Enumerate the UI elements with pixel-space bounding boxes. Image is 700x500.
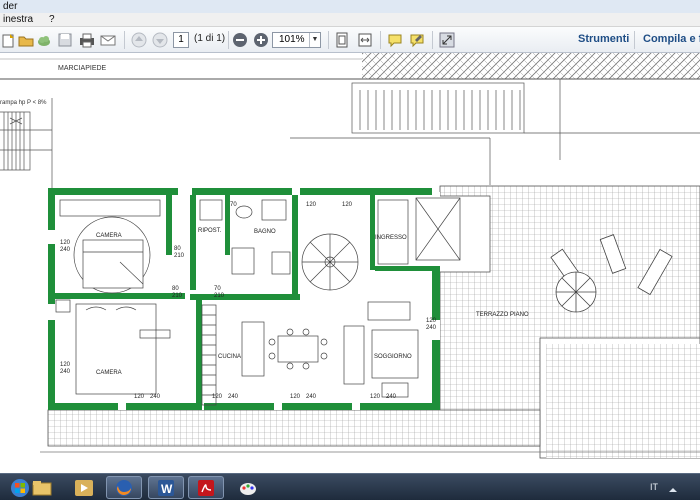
dimension-label: 120 (212, 394, 223, 400)
fit-width-icon[interactable] (356, 31, 374, 48)
room-label-cucina: CUCINA (218, 354, 241, 360)
toolbar-separator (432, 31, 433, 49)
room-label-bagno: BAGNO (254, 229, 276, 235)
dimension-label: 240 (426, 325, 437, 331)
comment-icon[interactable] (386, 31, 404, 48)
cloud-upload-icon[interactable] (35, 31, 53, 48)
acrobat-reader-window: der inestra ? 1 (1 di 1) 101% ▼ Strument… (0, 0, 700, 500)
folder-icon (32, 480, 52, 495)
toolbar-separator (380, 31, 381, 49)
room-label-terrazzo: TERRAZZO PIANO (476, 312, 529, 318)
svg-text:W: W (161, 482, 173, 496)
room-label-soggiorno: SOGGIORNO (374, 354, 412, 360)
dimension-label: 70 (214, 286, 221, 292)
dimension-label: 80 (172, 286, 179, 292)
open-file-icon[interactable] (17, 31, 35, 48)
acrobat-taskbar-button[interactable] (188, 476, 224, 499)
highlight-icon[interactable] (408, 31, 426, 48)
page-number-input[interactable]: 1 (173, 32, 189, 48)
previous-page-icon[interactable] (130, 31, 148, 48)
menu-item-help[interactable]: ? (49, 13, 55, 26)
language-indicator[interactable]: IT (650, 482, 658, 492)
next-page-icon[interactable] (151, 31, 169, 48)
menu-item-finestra[interactable]: inestra (3, 13, 33, 26)
dimension-label: 240 (228, 394, 239, 400)
save-icon[interactable] (56, 31, 74, 48)
dimension-label: 120 (60, 240, 71, 246)
document-view[interactable]: MARCIAPIEDE rampa hp P < 8% CAMERA RIPOS… (0, 53, 700, 473)
dimension-label: 120 (306, 202, 317, 208)
paint-taskbar-button[interactable] (230, 476, 266, 499)
dimension-label: 240 (150, 394, 161, 400)
acrobat-icon (198, 479, 214, 496)
dimension-label: 120 (290, 394, 301, 400)
word-taskbar-button[interactable]: W (148, 476, 184, 499)
window-title: der (3, 1, 18, 12)
dimension-label: 120 (134, 394, 145, 400)
word-icon: W (158, 479, 174, 496)
explorer-taskbar-button[interactable] (24, 476, 60, 499)
toolbar-separator (328, 31, 329, 49)
taskbar: W IT (0, 473, 700, 500)
zoom-value: 101% (279, 34, 305, 45)
dimension-label: 240 (306, 394, 317, 400)
expand-icon[interactable] (438, 31, 456, 48)
page-count-label: (1 di 1) (194, 33, 226, 44)
street-label: MARCIAPIEDE (58, 65, 107, 72)
firefox-icon (116, 479, 132, 496)
chevron-down-icon[interactable]: ▼ (309, 33, 320, 47)
zoom-out-icon[interactable] (231, 31, 249, 48)
dimension-label: 120 (342, 202, 353, 208)
paint-icon (240, 482, 256, 495)
dimension-label: 240 (386, 394, 397, 400)
ramp-stairs (0, 98, 53, 190)
floor-plan-drawing: MARCIAPIEDE rampa hp P < 8% CAMERA RIPOS… (0, 53, 700, 459)
dimension-label: 210 (214, 293, 225, 299)
room-label-camera-bottom: CAMERA (96, 370, 122, 376)
toolbar-separator (124, 31, 125, 49)
toolbar: 1 (1 di 1) 101% ▼ Strumenti Compila e (0, 27, 700, 53)
ramp-label: rampa hp P < 8% (0, 100, 47, 106)
room-label-ingresso: INGRESSO (375, 235, 407, 241)
zoom-select[interactable]: 101% ▼ (272, 32, 321, 48)
dimension-label: 70 (230, 202, 237, 208)
dimension-label: 120 (426, 318, 437, 324)
fill-sign-button[interactable]: Compila e fir (643, 33, 700, 45)
bottom-terrace (47, 409, 541, 447)
room-label-camera-top: CAMERA (96, 233, 122, 239)
dimension-label: 210 (174, 253, 185, 259)
room-label-ripost: RIPOST. (198, 228, 222, 234)
dimension-label: 80 (174, 246, 181, 252)
external-stairs (290, 78, 700, 185)
toolbar-separator (634, 31, 635, 49)
dimension-label: 120 (370, 394, 381, 400)
firefox-taskbar-button[interactable] (106, 476, 142, 499)
print-icon[interactable] (78, 31, 96, 48)
tools-button[interactable]: Strumenti (578, 33, 629, 45)
fit-page-icon[interactable] (333, 31, 351, 48)
toolbar-separator (228, 31, 229, 49)
zoom-in-icon[interactable] (252, 31, 270, 48)
email-icon[interactable] (99, 31, 117, 48)
dimension-label: 240 (60, 247, 71, 253)
menu-bar: inestra ? (0, 13, 700, 27)
create-pdf-icon[interactable] (0, 31, 18, 48)
title-bar: der (0, 0, 700, 13)
dimension-label: 240 (60, 369, 71, 375)
dimension-label: 120 (60, 362, 71, 368)
hatched-area (362, 53, 700, 79)
tray-arrow-icon[interactable] (668, 482, 678, 492)
media-player-taskbar-button[interactable] (66, 476, 102, 499)
media-player-icon (75, 479, 93, 496)
dimension-label: 210 (172, 293, 183, 299)
